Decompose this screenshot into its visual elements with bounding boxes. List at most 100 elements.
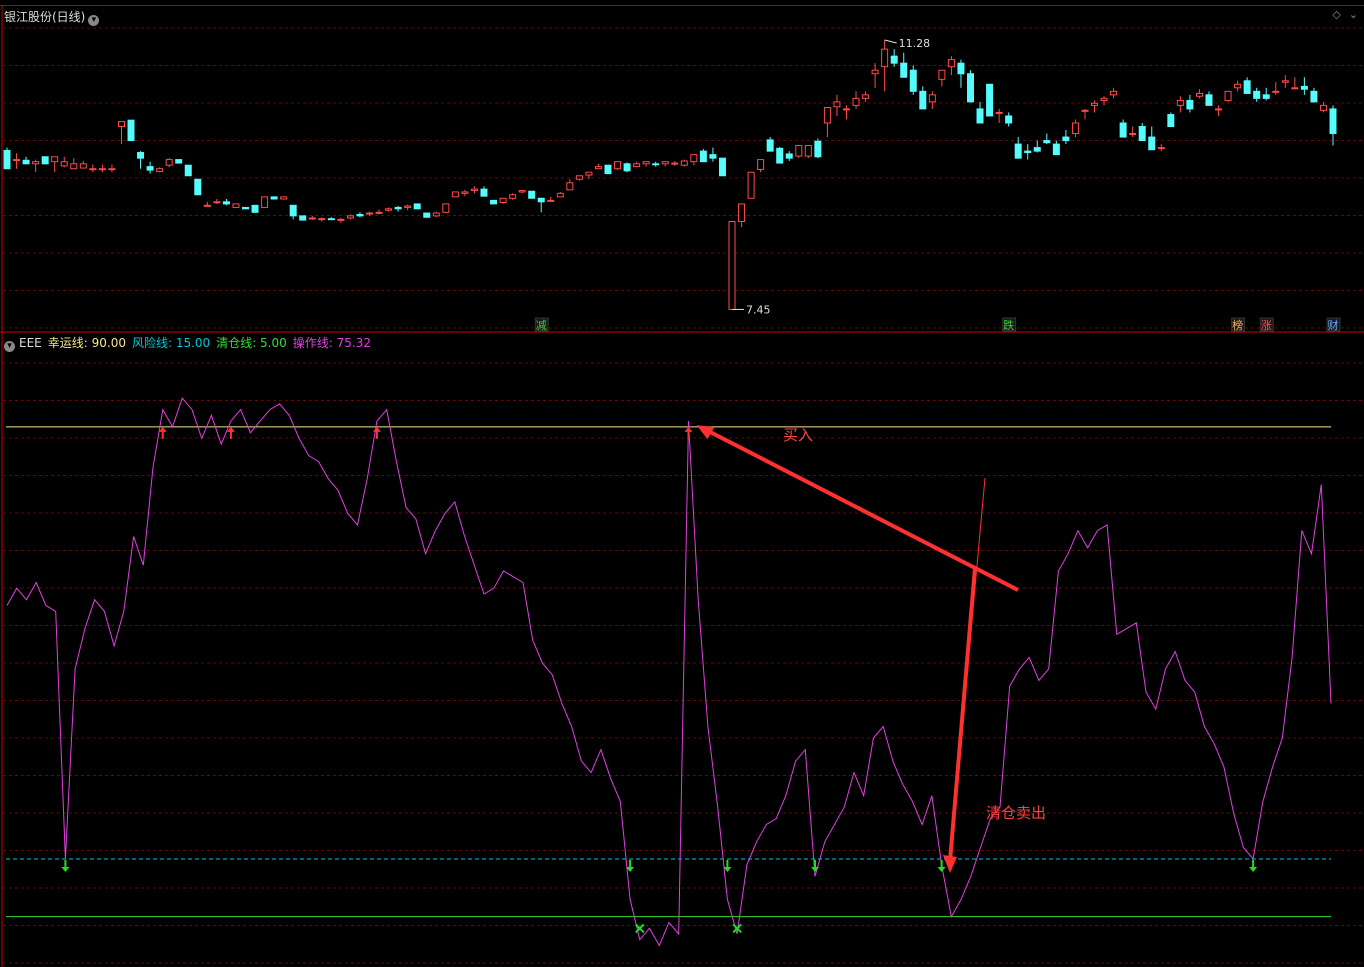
candle-down[interactable] — [251, 204, 259, 213]
candle-down[interactable] — [1310, 90, 1318, 103]
candle-up[interactable] — [1129, 133, 1137, 136]
candle-up[interactable] — [947, 59, 955, 68]
candle-up[interactable] — [51, 156, 59, 163]
candle-down[interactable] — [528, 190, 536, 199]
candle-up[interactable] — [1110, 90, 1118, 96]
candle-down[interactable] — [137, 152, 145, 159]
candle-down[interactable] — [22, 159, 30, 165]
candle-down[interactable] — [1138, 126, 1146, 142]
candle-up[interactable] — [470, 188, 478, 192]
candle-down[interactable] — [41, 156, 49, 165]
candle-up[interactable] — [108, 168, 116, 171]
candle-down[interactable] — [957, 62, 965, 75]
candle-up[interactable] — [1224, 90, 1232, 101]
candle-down[interactable] — [1005, 115, 1013, 124]
candle-up[interactable] — [1291, 87, 1299, 90]
candle-down[interactable] — [976, 108, 984, 124]
candle-down[interactable] — [785, 153, 793, 159]
candle-down[interactable] — [241, 206, 249, 210]
candle-down[interactable] — [1167, 114, 1175, 128]
candle-up[interactable] — [117, 121, 125, 128]
candle-down[interactable] — [814, 140, 822, 158]
candle-down[interactable] — [1052, 143, 1060, 156]
candle-up[interactable] — [823, 107, 831, 124]
candle-up[interactable] — [280, 196, 288, 200]
candle-up[interactable] — [928, 94, 936, 103]
candle-down[interactable] — [327, 218, 335, 221]
candle-up[interactable] — [690, 154, 698, 163]
candle-up[interactable] — [585, 171, 593, 176]
candle-down[interactable] — [356, 213, 364, 217]
candle-down[interactable] — [623, 163, 631, 172]
candle-up[interactable] — [795, 145, 803, 157]
candle-up[interactable] — [451, 191, 459, 198]
candle-down[interactable] — [289, 204, 297, 217]
candle-down[interactable] — [986, 83, 994, 117]
candle-up[interactable] — [156, 168, 164, 173]
candle-up[interactable] — [680, 160, 688, 166]
candle-up[interactable] — [547, 199, 555, 202]
candle-down[interactable] — [890, 55, 898, 64]
candle-up[interactable] — [1100, 97, 1108, 101]
candle-up[interactable] — [1157, 147, 1165, 150]
candle-down[interactable] — [699, 150, 707, 163]
candle-up[interactable] — [1176, 99, 1184, 106]
candle-up[interactable] — [346, 215, 354, 219]
candle-up[interactable] — [566, 182, 574, 191]
candle-up[interactable] — [1281, 80, 1289, 83]
candle-down[interactable] — [1205, 94, 1213, 106]
candle-up[interactable] — [833, 101, 841, 108]
candle-up[interactable] — [1195, 92, 1203, 97]
candle-up[interactable] — [165, 159, 173, 166]
candle-up[interactable] — [79, 163, 87, 169]
candle-down[interactable] — [270, 196, 278, 200]
candle-up[interactable] — [13, 159, 21, 162]
candle-up[interactable] — [232, 203, 240, 208]
candle-up[interactable] — [995, 111, 1003, 114]
candle-up[interactable] — [337, 218, 345, 221]
candle-up[interactable] — [1215, 108, 1223, 111]
candle-up[interactable] — [747, 171, 755, 199]
candle-down[interactable] — [1243, 80, 1251, 94]
candle-up[interactable] — [852, 97, 860, 106]
candle-down[interactable] — [1300, 85, 1308, 90]
candle-up[interactable] — [89, 168, 97, 171]
candle-up[interactable] — [385, 208, 393, 211]
candle-down[interactable] — [1119, 122, 1127, 138]
candle-down[interactable] — [127, 119, 135, 142]
candle-down[interactable] — [299, 215, 307, 221]
candle-down[interactable] — [909, 69, 917, 92]
candle-down[interactable] — [1062, 136, 1070, 142]
candle-up[interactable] — [213, 201, 221, 204]
candle-up[interactable] — [60, 161, 68, 167]
candle-up[interactable] — [499, 197, 507, 203]
candle-down[interactable] — [394, 206, 402, 210]
candle-up[interactable] — [1234, 83, 1242, 89]
candle-down[interactable] — [966, 73, 974, 103]
candle-up[interactable] — [556, 192, 564, 198]
candle-up[interactable] — [366, 212, 374, 215]
candle-up[interactable] — [308, 217, 316, 220]
candle-up[interactable] — [518, 190, 526, 193]
candle-up[interactable] — [318, 218, 326, 221]
candle-down[interactable] — [222, 201, 230, 205]
candle-down[interactable] — [423, 212, 431, 218]
candle-down[interactable] — [709, 154, 717, 159]
candle-down[interactable] — [718, 157, 726, 177]
candle-up[interactable] — [575, 175, 583, 180]
candle-down[interactable] — [1024, 150, 1032, 154]
candle-up[interactable] — [98, 168, 106, 171]
candle-up[interactable] — [661, 161, 669, 165]
candle-down[interactable] — [537, 197, 545, 203]
candle-up[interactable] — [203, 204, 211, 207]
candle-down[interactable] — [1329, 108, 1337, 135]
candle-down[interactable] — [776, 147, 784, 164]
candle-down[interactable] — [3, 149, 11, 170]
candle-up[interactable] — [432, 212, 440, 217]
candle-down[interactable] — [1186, 99, 1194, 110]
candle-up[interactable] — [1272, 90, 1280, 93]
candle-down[interactable] — [900, 62, 908, 78]
candle-up[interactable] — [728, 220, 736, 310]
candle-down[interactable] — [766, 139, 774, 152]
candle-down[interactable] — [480, 188, 488, 197]
